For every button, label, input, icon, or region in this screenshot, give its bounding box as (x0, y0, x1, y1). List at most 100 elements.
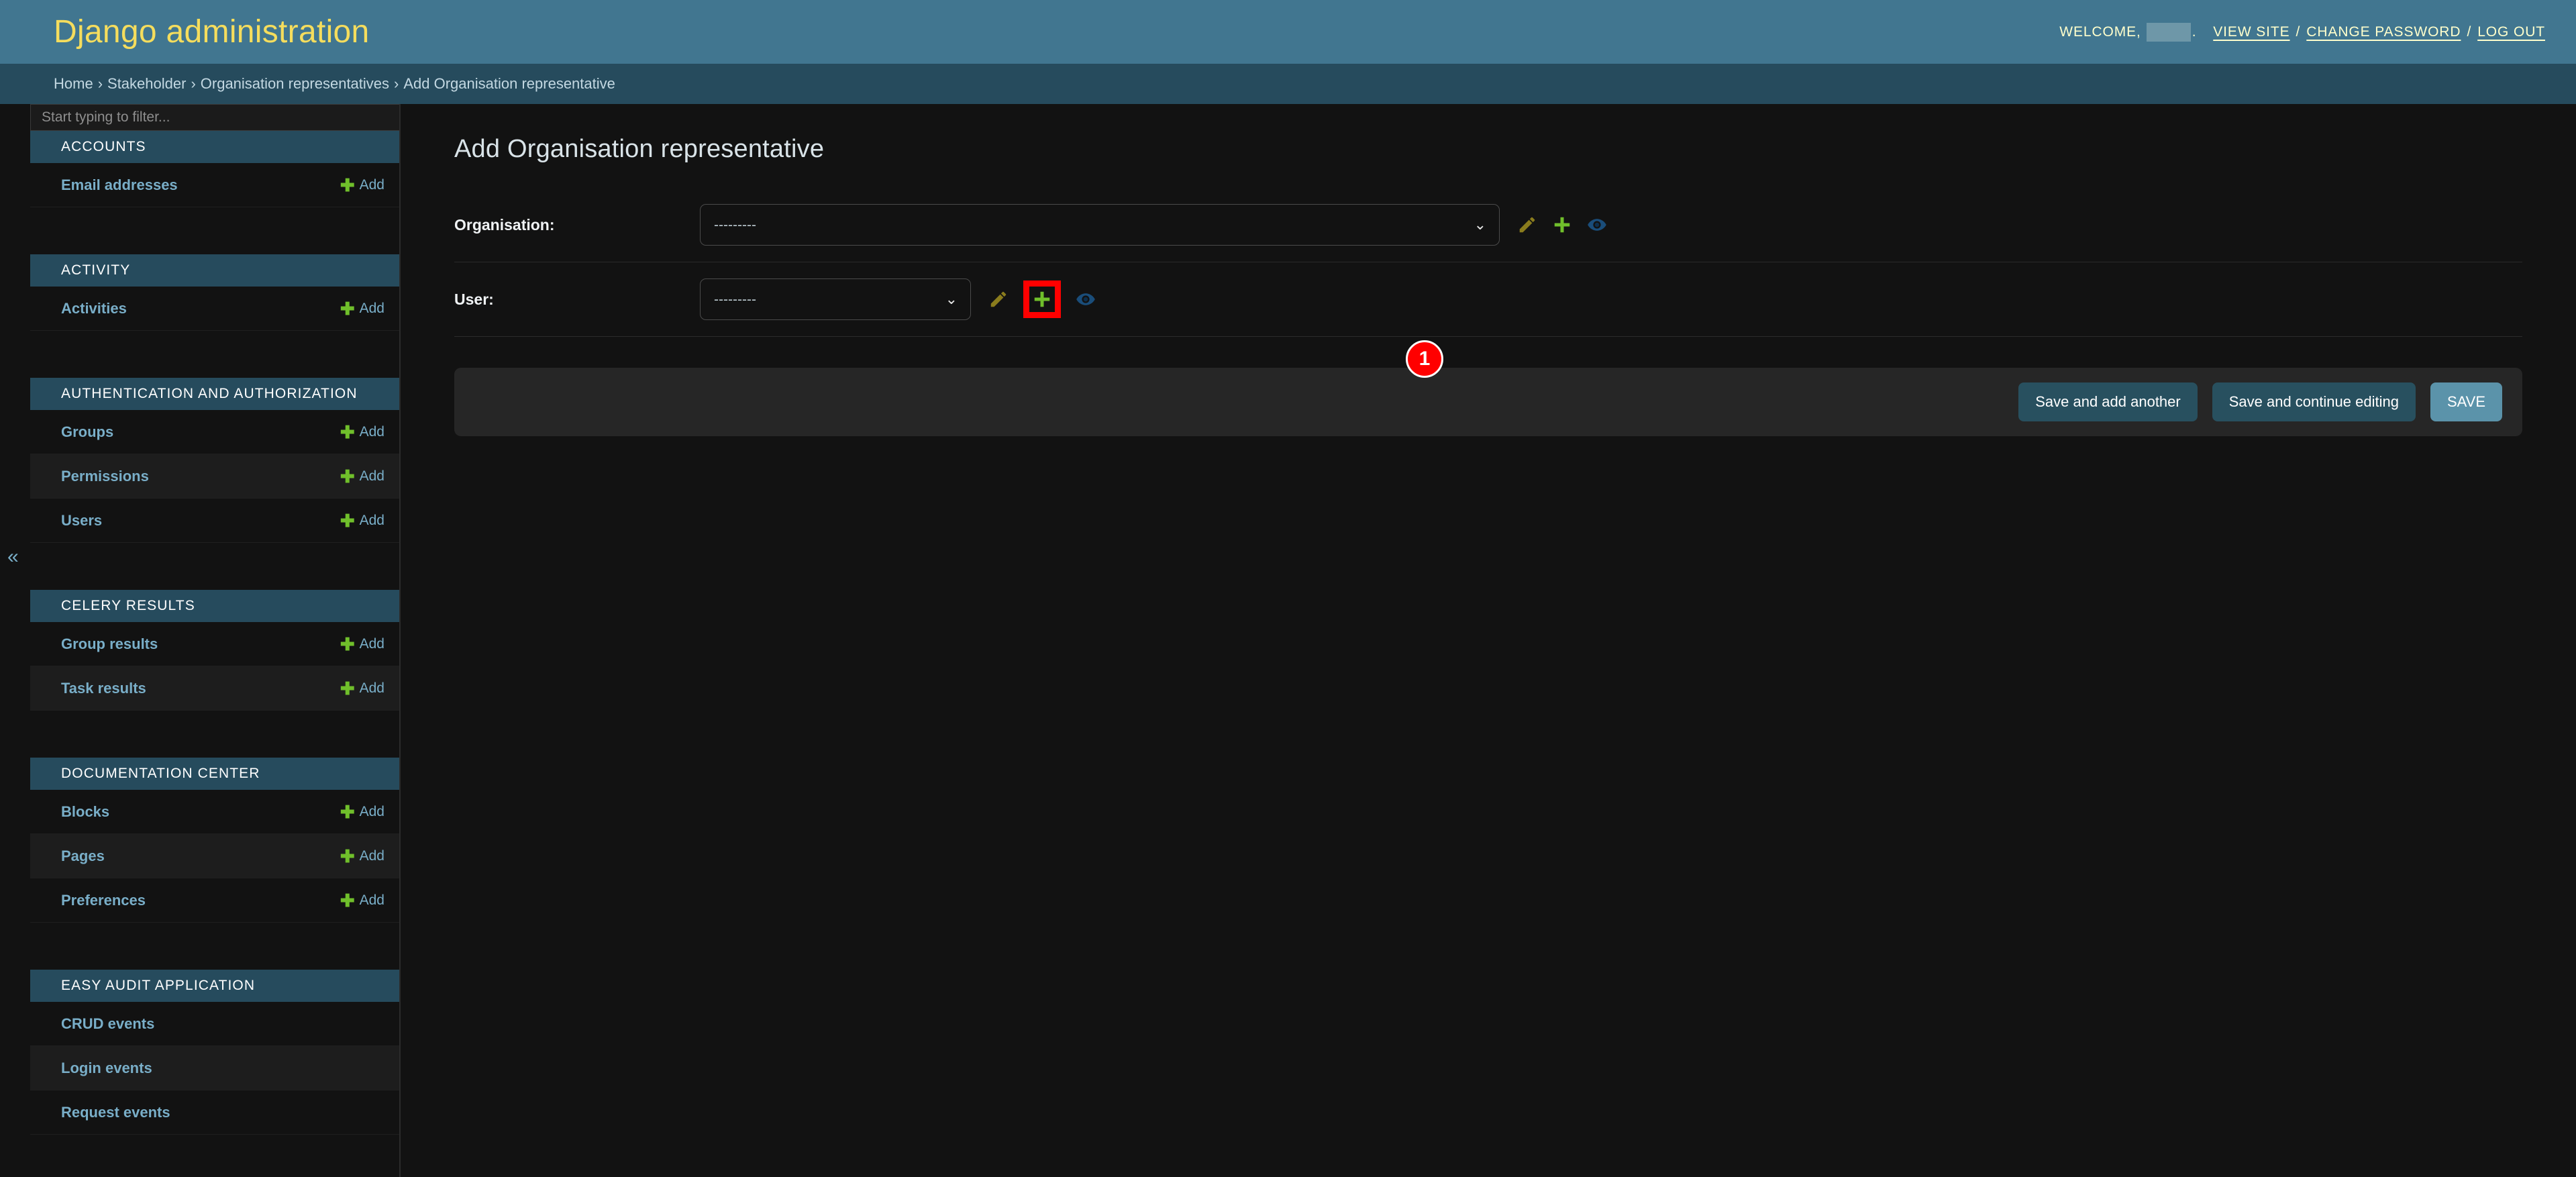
plus-icon: ✚ (340, 801, 355, 822)
breadcrumb-item-1[interactable]: Stakeholder (107, 75, 186, 93)
plus-icon: ✚ (340, 174, 355, 195)
change-icon[interactable] (988, 289, 1009, 309)
sidebar-add-label: Add (359, 803, 384, 819)
sidebar-add-link-group-results[interactable]: ✚ Add (340, 635, 384, 653)
select-wrapper: --------- ⌄ (700, 204, 1500, 246)
sidebar-app-title[interactable]: DOCUMENTATION CENTER (30, 758, 399, 790)
sidebar-app-title[interactable]: ACCOUNTS (30, 131, 399, 163)
plus-icon: ✚ (340, 466, 355, 487)
sidebar-add-link-groups[interactable]: ✚ Add (340, 423, 384, 441)
add-icon[interactable] (1552, 215, 1572, 235)
sidebar-app-list: ACCOUNTS Email addresses ✚ Add ACTIVITY Activ… (30, 131, 399, 1135)
sidebar-model-row: Activities ✚ Add (30, 287, 399, 331)
plus-icon: ✚ (340, 678, 355, 699)
sidebar-app-authentication-and-authorization: AUTHENTICATION AND AUTHORIZATION Groups ✚ A… (30, 378, 399, 543)
change-password-link[interactable]: CHANGE PASSWORD (2306, 24, 2461, 40)
sidebar-app-documentation-center: DOCUMENTATION CENTER Blocks ✚ Add Pages ✚ Add P… (30, 758, 399, 923)
sidebar-add-link-task-results[interactable]: ✚ Add (340, 680, 384, 697)
sidebar-model-row: Users ✚ Add (30, 499, 399, 543)
sidebar-app-gap (30, 711, 399, 758)
breadcrumb: Home › Stakeholder › Organisation representa… (0, 64, 2576, 104)
page-title: Add Organisation representative (454, 135, 825, 163)
view-icon[interactable] (1076, 289, 1096, 309)
plus-icon: ✚ (340, 421, 355, 442)
select-user[interactable]: --------- (700, 278, 971, 320)
sidebar-add-link-users[interactable]: ✚ Add (340, 512, 384, 529)
save-button[interactable]: SAVE (2430, 382, 2502, 421)
select-organisation[interactable]: --------- (700, 204, 1500, 246)
breadcrumb-item-0[interactable]: Home (54, 75, 93, 93)
annotation-highlight-box (1023, 280, 1061, 318)
welcome-label: WELCOME, (2059, 23, 2141, 40)
related-widget-wrapper (988, 280, 1096, 318)
sidebar-app-activity: ACTIVITY Activities ✚ Add (30, 254, 399, 331)
add-icon[interactable] (1032, 289, 1052, 309)
change-form: Organisation: --------- ⌄ User: --------- ⌄ S… (454, 188, 2522, 436)
sidebar-item-groups[interactable]: Groups (61, 423, 113, 441)
plus-icon: ✚ (340, 510, 355, 531)
breadcrumb-item-3: Add Organisation representative (403, 75, 615, 92)
sidebar-add-link-email-addresses[interactable]: ✚ Add (340, 176, 384, 194)
plus-icon: ✚ (340, 890, 355, 911)
view-site-link[interactable]: VIEW SITE (2213, 24, 2289, 40)
sidebar-item-crud-events[interactable]: CRUD events (61, 1015, 154, 1033)
select-wrapper: --------- ⌄ (700, 278, 971, 320)
breadcrumb-item-2[interactable]: Organisation representatives (201, 75, 389, 93)
sidebar-item-blocks[interactable]: Blocks (61, 803, 109, 821)
sidebar-item-pages[interactable]: Pages (61, 848, 105, 865)
sidebar-item-permissions[interactable]: Permissions (61, 468, 149, 485)
log-out-link[interactable]: LOG OUT (2477, 24, 2545, 40)
sidebar-add-link-preferences[interactable]: ✚ Add (340, 892, 384, 909)
site-branding: Django administration (54, 14, 370, 50)
sidebar-model-row: Task results ✚ Add (30, 666, 399, 711)
view-icon[interactable] (1587, 215, 1607, 235)
submit-row: Save and add another Save and continue e… (454, 368, 2522, 436)
sidebar-app-title[interactable]: ACTIVITY (30, 254, 399, 287)
sidebar-app-gap (30, 207, 399, 254)
sidebar-app-title[interactable]: CELERY RESULTS (30, 590, 399, 622)
sidebar-app-accounts: ACCOUNTS Email addresses ✚ Add (30, 131, 399, 207)
sidebar-item-activities[interactable]: Activities (61, 300, 127, 317)
sidebar-add-label: Add (359, 635, 384, 652)
breadcrumb-separator: › (97, 75, 103, 92)
sidebar-add-link-blocks[interactable]: ✚ Add (340, 803, 384, 821)
form-row-user: User: --------- ⌄ (454, 262, 2522, 337)
sidebar-add-link-activities[interactable]: ✚ Add (340, 300, 384, 317)
sidebar-item-users[interactable]: Users (61, 512, 102, 529)
sidebar-add-label: Add (359, 848, 384, 864)
sidebar-item-task-results[interactable]: Task results (61, 680, 146, 697)
breadcrumb-separator: › (191, 75, 196, 92)
content-area: Add Organisation representative Organisa… (401, 104, 2576, 1177)
sidebar-app-title[interactable]: EASY AUDIT APPLICATION (30, 970, 399, 1002)
sidebar-add-label: Add (359, 680, 384, 696)
user-tools-separator-2: / (2467, 23, 2472, 40)
sidebar-filter-input[interactable] (30, 104, 399, 131)
sidebar-model-row: Group results ✚ Add (30, 622, 399, 666)
sidebar-model-row: CRUD events (30, 1002, 399, 1046)
breadcrumb-separator: › (394, 75, 399, 92)
sidebar-add-label: Add (359, 892, 384, 908)
annotation-marker-1: 1 (1406, 340, 1443, 378)
sidebar-model-row: Request events (30, 1090, 399, 1135)
field-label-user: User: (454, 290, 494, 308)
sidebar-app-title[interactable]: AUTHENTICATION AND AUTHORIZATION (30, 378, 399, 410)
save-and-continue-button[interactable]: Save and continue editing (2212, 382, 2416, 421)
related-widget-wrapper (1517, 215, 1607, 235)
sidebar-add-label: Add (359, 176, 384, 193)
sidebar-item-request-events[interactable]: Request events (61, 1104, 170, 1121)
sidebar-item-email-addresses[interactable]: Email addresses (61, 176, 178, 194)
sidebar-item-login-events[interactable]: Login events (61, 1060, 152, 1077)
sidebar-item-preferences[interactable]: Preferences (61, 892, 146, 909)
site-header: Django administration WELCOME,. VIEW SIT… (0, 0, 2576, 64)
sidebar-add-link-permissions[interactable]: ✚ Add (340, 468, 384, 485)
username-redacted (2146, 22, 2191, 42)
sidebar-add-label: Add (359, 300, 384, 316)
sidebar-add-link-pages[interactable]: ✚ Add (340, 848, 384, 865)
sidebar-item-group-results[interactable]: Group results (61, 635, 158, 653)
save-and-add-another-button[interactable]: Save and add another (2018, 382, 2198, 421)
sidebar-model-row: Login events (30, 1046, 399, 1090)
sidebar-collapse-icon[interactable]: « (7, 547, 19, 567)
change-icon[interactable] (1517, 215, 1537, 235)
form-rows: Organisation: --------- ⌄ User: --------- ⌄ (454, 188, 2522, 337)
sidebar-app-celery-results: CELERY RESULTS Group results ✚ Add Task resu… (30, 590, 399, 711)
